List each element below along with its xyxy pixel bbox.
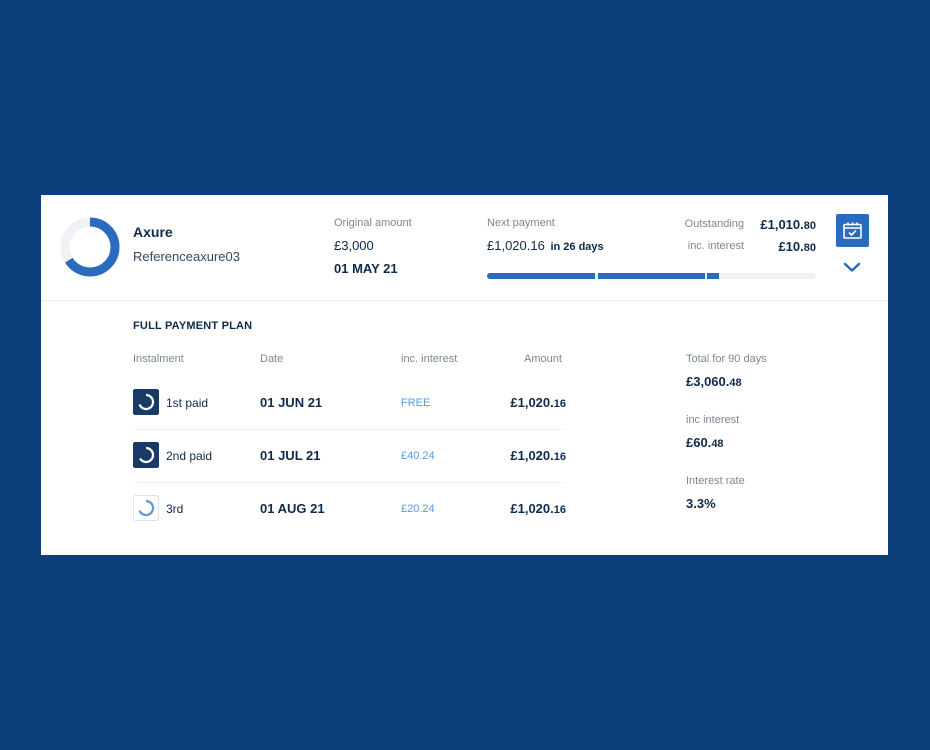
instalment-status-icon [133,495,159,521]
instalment-label: 1st paid [166,396,209,410]
instalment-label: 2nd paid [166,449,213,463]
progress-segment [597,273,706,279]
outstanding-cents: 80 [803,220,816,232]
instalment-status-icon [133,389,159,415]
next-payment-label: Next payment [487,217,555,229]
interest-total-value: £60.48 [686,435,724,450]
instalment-interest: FREE [401,397,431,409]
total-label: Total for 90 days [686,353,767,365]
outstanding-interest-amount: £10.80 [778,239,816,254]
outstanding-interest-cents: 80 [803,242,816,254]
instalment-date: 01 JUN 21 [260,395,323,410]
instalment-amount-main: £1,020. [510,448,554,463]
outstanding-interest-label: inc. interest [687,240,744,252]
progress-donut [60,217,120,277]
interest-total-main: £60. [686,435,712,450]
total-cents: 48 [729,377,742,389]
outstanding-amount: £1,010.80 [760,217,816,232]
instalment-date: 01 JUL 21 [260,448,321,463]
outstanding-main: £1,010. [760,217,804,232]
instalment-status-icon [133,442,159,468]
instalment-amount: £1,020.16 [510,501,566,516]
table-row: 1st paid 01 JUN 21 FREE £1,020.16 [133,376,566,430]
progress-segment [487,273,595,279]
header-amount: Amount [524,353,562,365]
header-date: Date [260,353,284,365]
instalment-label: 3rd [166,502,184,516]
original-amount-label: Original amount [334,217,412,229]
instalment-amount-cents: 16 [553,451,566,463]
instalment-amount-cents: 16 [553,398,566,410]
instalment-interest: £20.24 [401,503,435,515]
instalment-amount-main: £1,020. [510,395,554,410]
instalment-interest: £40.24 [401,450,435,462]
calendar-button[interactable] [836,214,869,247]
calendar-check-icon [843,222,862,239]
interest-total-label: inc interest [686,414,740,426]
progress-segment [707,273,720,279]
instalment-progress-bar [487,273,816,279]
table-row: 2nd paid 01 JUL 21 £40.24 £1,020.16 [133,429,566,483]
interest-total-cents: 48 [711,438,724,450]
merchant-name: Axure [133,224,173,240]
next-payment-amount: £1,020.16 in 26 days [487,238,604,253]
total-main: £3,060. [686,374,730,389]
interest-rate-value: 3.3% [686,496,716,511]
outstanding-interest-main: £10. [778,239,804,254]
total-value: £3,060.48 [686,374,742,389]
card-header: Axure Referenceaxure03 Original amount £… [41,195,888,301]
interest-rate-label: Interest rate [686,475,745,487]
next-payment-value: £1,020.16 [487,238,545,253]
merchant-reference: Referenceaxure03 [133,249,240,264]
payment-card: Axure Referenceaxure03 Original amount £… [41,195,888,555]
next-payment-due: in 26 days [550,241,604,253]
header-instalment: Instalment [133,353,184,365]
plan-title: FULL PAYMENT PLAN [133,320,253,332]
instalment-amount-cents: 16 [553,504,566,516]
instalment-amount-main: £1,020. [510,501,554,516]
instalment-amount: £1,020.16 [510,395,566,410]
instalment-date: 01 AUG 21 [260,501,325,516]
outstanding-label: Outstanding [684,218,744,230]
table-row: 3rd 01 AUG 21 £20.24 £1,020.16 [133,482,566,535]
original-date: 01 MAY 21 [334,261,398,276]
original-amount: £3,000 [334,238,374,253]
instalment-amount: £1,020.16 [510,448,566,463]
header-interest: inc. interest [401,353,458,365]
chevron-down-icon[interactable] [843,261,861,273]
